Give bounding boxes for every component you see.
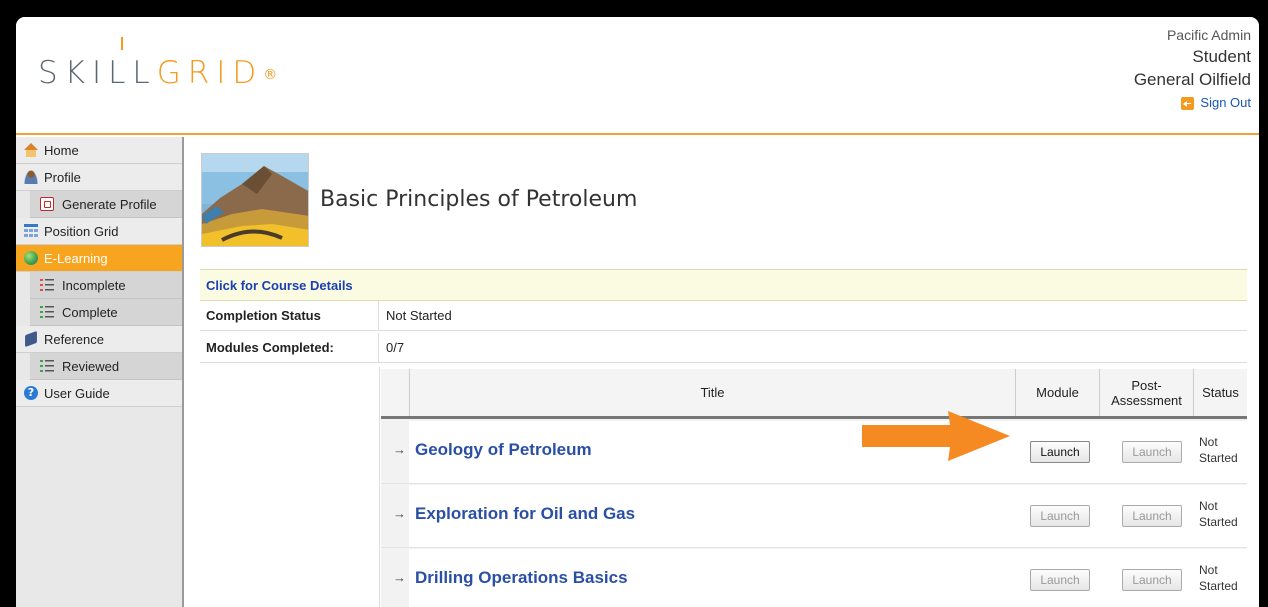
completion-status-row: Completion Status Not Started [200, 301, 1247, 331]
user-department: General Oilfield [1133, 70, 1251, 89]
help-icon: ? [24, 386, 38, 400]
list-icon [40, 278, 54, 292]
sidebar-item-home[interactable]: Home [16, 137, 182, 164]
sign-out-label: Sign Out [1200, 95, 1251, 110]
info-spacer [200, 367, 380, 607]
user-role: Pacific Admin [1166, 27, 1251, 43]
module-launch-button[interactable]: Launch [1030, 441, 1090, 463]
sidebar-item-position-grid[interactable]: Position Grid [16, 218, 182, 245]
status-line2: Started [1199, 451, 1238, 465]
modules-completed-label: Modules Completed: [200, 333, 379, 362]
completion-status-label: Completion Status [200, 301, 379, 330]
header: SKILLGRID® Pacific Admin Student General… [16, 17, 1259, 135]
pdf-icon [40, 197, 54, 211]
sidebar-item-complete[interactable]: Complete [30, 299, 182, 326]
row-arrow-icon: → [393, 442, 406, 457]
sidebar-item-e-learning[interactable]: E-Learning [16, 245, 182, 272]
user-name: Student [1192, 47, 1251, 66]
status-line2: Started [1199, 515, 1238, 529]
main-content: Basic Principles of Petroleum Click for … [186, 137, 1259, 607]
module-launch-button[interactable]: Launch [1030, 569, 1090, 591]
module-title-link[interactable]: Geology of Petroleum [415, 440, 592, 460]
status-line1: Not [1199, 563, 1218, 577]
course-details-link[interactable]: Click for Course Details [200, 269, 1247, 301]
annotation-arrow-icon [862, 411, 1010, 461]
modules-completed-row: Modules Completed: 0/7 [200, 333, 1247, 363]
sign-out-icon [1181, 96, 1195, 110]
module-status: Not Started [1199, 562, 1238, 594]
header-spacer [381, 369, 409, 416]
table-row: → Exploration for Oil and Gas Launch Lau… [381, 485, 1247, 548]
module-title-link[interactable]: Drilling Operations Basics [415, 568, 628, 588]
header-status: Status [1193, 369, 1247, 416]
globe-icon [24, 251, 38, 265]
logo-accent-mark [121, 37, 123, 50]
header-module: Module [1015, 369, 1099, 416]
sidebar-item-label: User Guide [44, 385, 110, 401]
completion-status-value: Not Started [386, 308, 452, 323]
status-line1: Not [1199, 435, 1218, 449]
sidebar-item-label: Generate Profile [62, 196, 157, 212]
header-post-assessment: Post- Assessment [1099, 369, 1193, 416]
grid-icon [24, 224, 38, 238]
sidebar-item-label: E-Learning [44, 250, 108, 266]
module-launch-button[interactable]: Launch [1030, 505, 1090, 527]
row-arrow-icon: → [393, 570, 406, 585]
post-assessment-launch-button[interactable]: Launch [1122, 441, 1182, 463]
sidebar-item-reference[interactable]: Reference [16, 326, 182, 353]
sidebar-item-label: Position Grid [44, 223, 119, 239]
module-status: Not Started [1199, 498, 1238, 530]
sidebar: Home Profile Generate Profile Position G… [16, 137, 184, 607]
row-arrow-icon: → [393, 506, 406, 521]
course-thumbnail-image [202, 154, 308, 246]
book-icon [25, 330, 37, 348]
sidebar-item-label: Reference [44, 331, 104, 347]
status-line1: Not [1199, 499, 1218, 513]
sign-out-link[interactable]: Sign Out [1181, 93, 1251, 113]
module-status: Not Started [1199, 434, 1238, 466]
profile-icon [24, 170, 38, 184]
course-details-label: Click for Course Details [206, 277, 353, 293]
logo-skill-text: SKILL [38, 55, 157, 91]
logo-registered-mark: ® [263, 67, 278, 83]
app-window: SKILLGRID® Pacific Admin Student General… [16, 17, 1259, 607]
list-icon [40, 305, 54, 319]
sidebar-item-profile[interactable]: Profile [16, 164, 182, 191]
sidebar-item-user-guide[interactable]: ? User Guide [16, 380, 182, 407]
post-assessment-launch-button[interactable]: Launch [1122, 569, 1182, 591]
sidebar-item-label: Complete [62, 304, 118, 320]
course-title: Basic Principles of Petroleum [320, 187, 638, 212]
post-assessment-launch-button[interactable]: Launch [1122, 505, 1182, 527]
logo-grid-text: GRID [156, 55, 264, 91]
home-icon [24, 143, 38, 157]
list-icon [40, 359, 54, 373]
modules-table: Title Module Post- Assessment Status → G… [381, 369, 1247, 607]
course-thumbnail [201, 153, 309, 247]
sidebar-item-generate-profile[interactable]: Generate Profile [30, 191, 182, 218]
table-row: → Drilling Operations Basics Launch Laun… [381, 549, 1247, 607]
sidebar-item-label: Incomplete [62, 277, 126, 293]
skillgrid-logo[interactable]: SKILLGRID® [38, 53, 277, 93]
status-line2: Started [1199, 579, 1238, 593]
sidebar-item-incomplete[interactable]: Incomplete [30, 272, 182, 299]
modules-completed-value: 0/7 [386, 340, 405, 355]
sidebar-item-reviewed[interactable]: Reviewed [30, 353, 182, 380]
modules-table-header: Title Module Post- Assessment Status [381, 369, 1247, 419]
sidebar-item-label: Profile [44, 169, 81, 185]
header-post-assessment-line1: Post- [1131, 377, 1162, 393]
sidebar-item-label: Home [44, 142, 79, 158]
header-title: Title [409, 369, 1015, 416]
table-row: → Geology of Petroleum Launch Launch Not… [381, 421, 1247, 484]
user-info: Pacific Admin Student General Oilfield S… [1134, 25, 1251, 115]
header-post-assessment-line2: Assessment [1111, 392, 1182, 408]
module-title-link[interactable]: Exploration for Oil and Gas [415, 504, 635, 524]
sidebar-item-label: Reviewed [62, 358, 120, 374]
